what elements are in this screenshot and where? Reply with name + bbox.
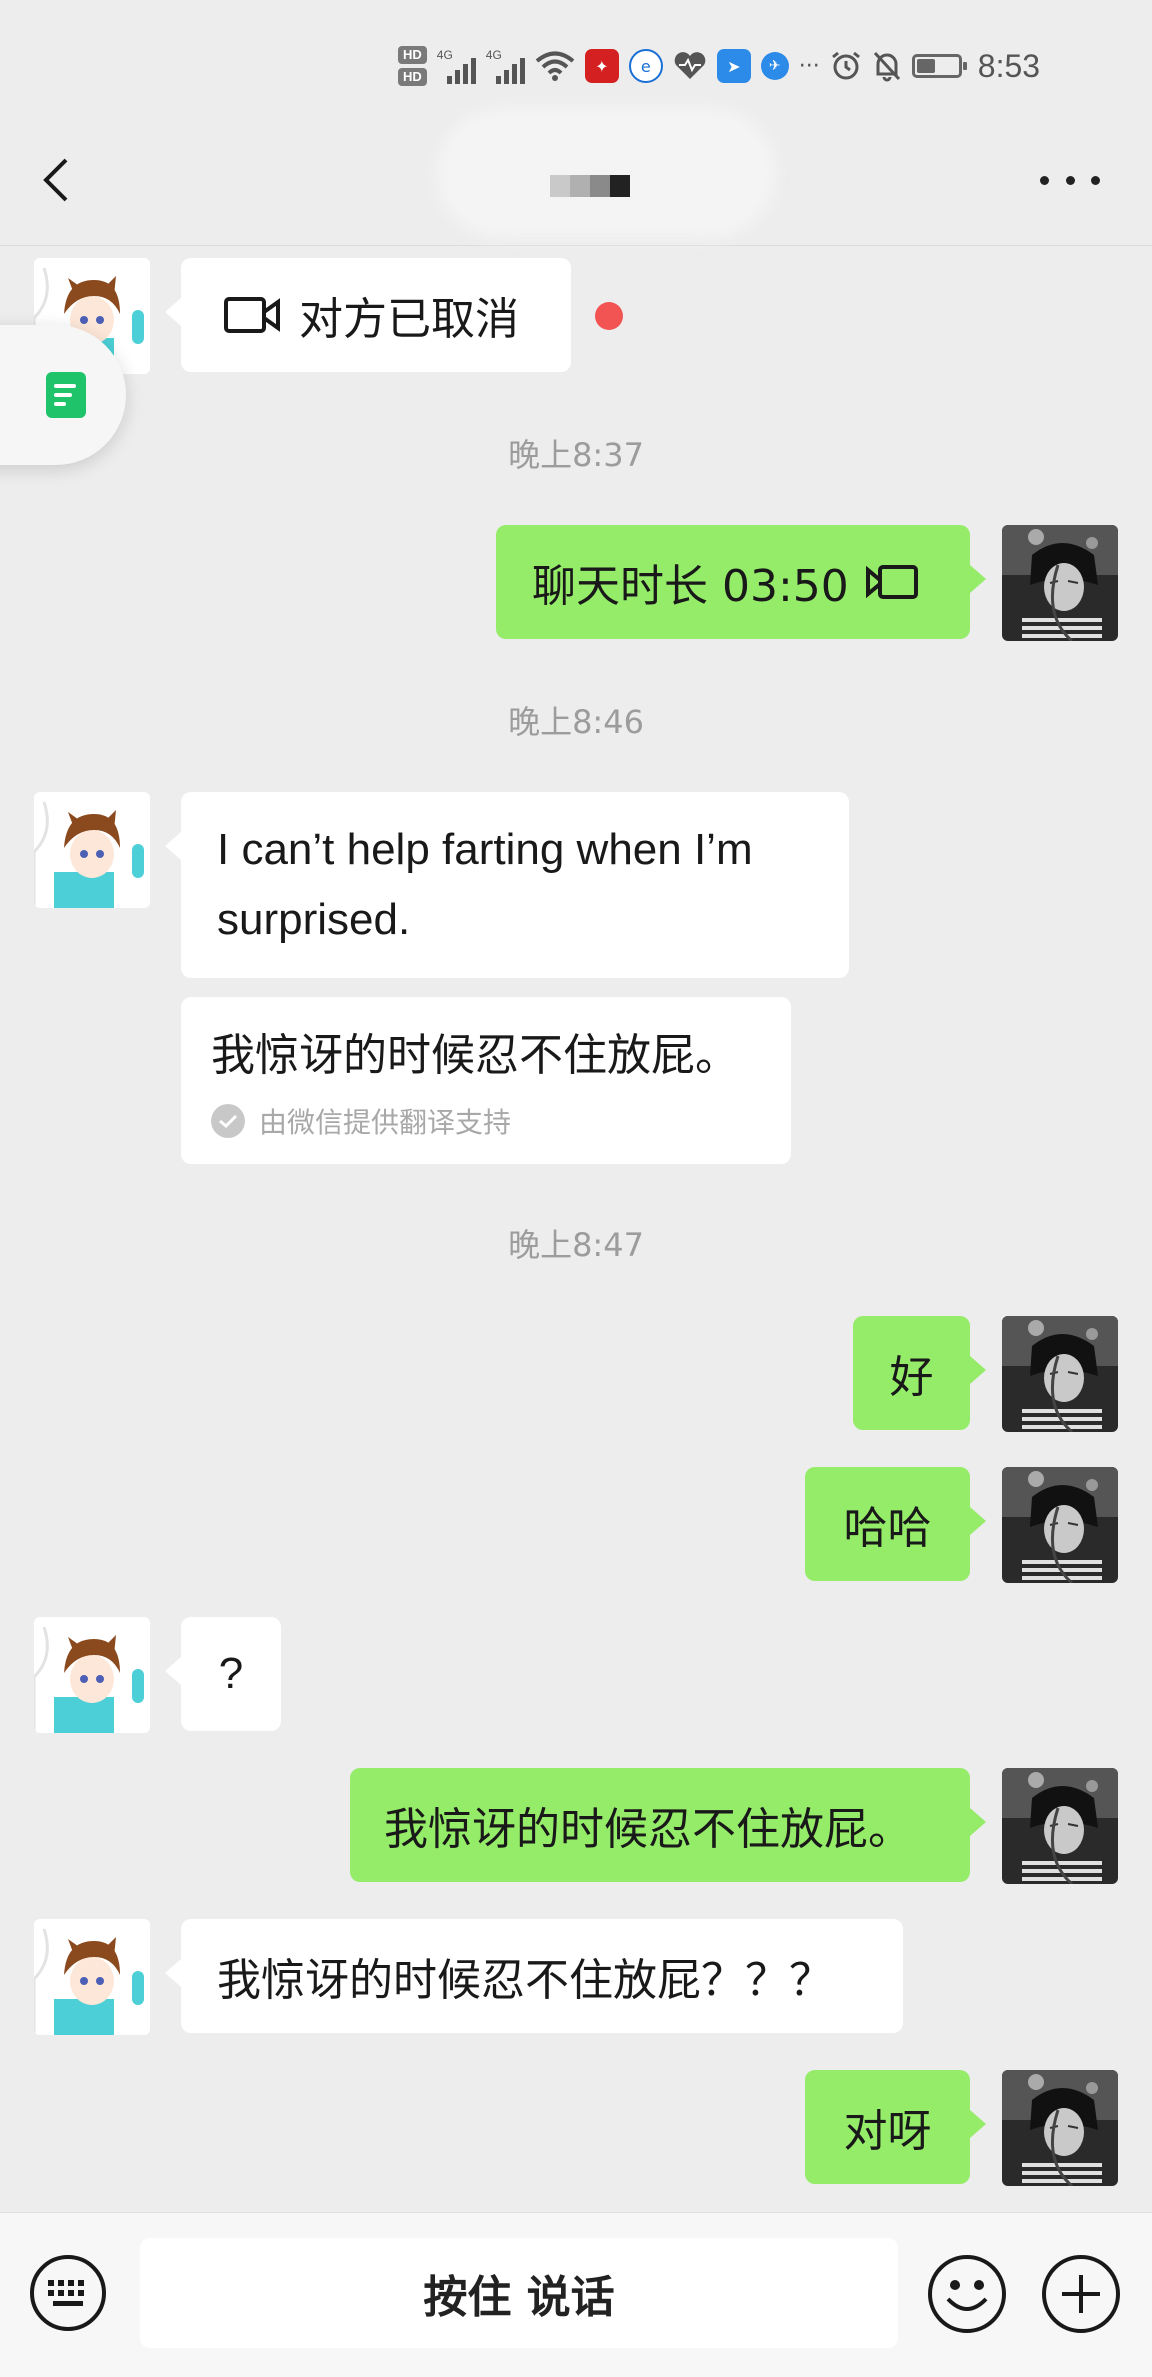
video-call-icon xyxy=(865,565,918,599)
app-notification-icon: ✦ xyxy=(584,49,619,83)
contact-avatar[interactable] xyxy=(34,792,150,908)
message-text[interactable]: 对呀 xyxy=(805,2070,986,2184)
unread-dot xyxy=(595,302,623,330)
message-text-content: 好 xyxy=(889,1352,934,1403)
messenger-icon: ➤ xyxy=(716,49,751,83)
wifi-icon xyxy=(535,51,575,81)
message-text[interactable]: 哈哈 xyxy=(805,1467,986,1581)
call-status-text: 对方已取消 xyxy=(299,294,519,345)
more-dots-icon: ··· xyxy=(798,53,820,79)
my-avatar[interactable] xyxy=(1002,525,1118,641)
message-text-content: 我惊讶的时候忍不住放屁？？？ xyxy=(217,1955,833,2006)
message-call-duration[interactable]: 聊天时长 03:50 xyxy=(496,525,986,639)
message-text[interactable]: 好 xyxy=(853,1316,986,1430)
hd-badge-2: HD xyxy=(398,68,427,86)
my-avatar[interactable] xyxy=(1002,2070,1118,2186)
call-duration-text: 聊天时长 03:50 xyxy=(532,561,849,612)
message-text-content: I can’t help farting when I’m surprised. xyxy=(217,825,753,944)
document-icon xyxy=(46,372,86,418)
contact-avatar[interactable] xyxy=(34,1617,150,1733)
my-avatar[interactable] xyxy=(1002,1467,1118,1583)
hold-to-talk-button[interactable]: 按住 说话 xyxy=(140,2238,898,2348)
network-type-1: 4G xyxy=(436,48,453,62)
my-avatar[interactable] xyxy=(1002,1316,1118,1432)
message-text[interactable]: 我惊讶的时候忍不住放屁？？？ xyxy=(165,1919,903,2033)
message-text-content: 对呀 xyxy=(843,2106,932,2157)
more-icon[interactable] xyxy=(1040,160,1100,200)
message-text-content: 我惊讶的时候忍不住放屁。 xyxy=(384,1804,912,1855)
timestamp: 晚上8:37 xyxy=(508,436,644,474)
contact-avatar[interactable] xyxy=(34,1919,150,2035)
translation-text: 我惊讶的时候忍不住放屁。 xyxy=(211,1030,739,1081)
message-text[interactable]: ? xyxy=(165,1617,281,1731)
plus-icon[interactable] xyxy=(1040,2253,1122,2335)
check-icon xyxy=(211,1104,245,1138)
clock: 8:53 xyxy=(977,47,1041,84)
translation-card[interactable]: 我惊讶的时候忍不住放屁。 由微信提供翻译支持 xyxy=(181,997,791,1164)
chevron-left-icon[interactable] xyxy=(30,150,90,210)
emoji-icon[interactable] xyxy=(926,2253,1008,2335)
timestamp: 晚上8:46 xyxy=(508,703,644,741)
signal-icon: 4G xyxy=(486,48,525,84)
timestamp: 晚上8:47 xyxy=(508,1226,644,1264)
message-text[interactable]: I can’t help farting when I’m surprised. xyxy=(165,792,849,978)
browser-icon: e xyxy=(628,49,663,83)
my-avatar[interactable] xyxy=(1002,1768,1118,1884)
input-bar: 按住 说话 xyxy=(0,2212,1152,2377)
message-text-content: 哈哈 xyxy=(843,1503,932,1554)
keyboard-icon[interactable] xyxy=(28,2253,108,2333)
health-icon xyxy=(674,52,706,79)
hd-badge-1: HD xyxy=(398,46,427,64)
chat-title xyxy=(550,175,630,197)
hd-icon: HD HD xyxy=(398,46,427,86)
battery-icon xyxy=(911,54,967,78)
mute-icon xyxy=(873,51,900,82)
chat-title-blur xyxy=(436,108,776,238)
translation-note: 由微信提供翻译支持 xyxy=(259,1106,512,1139)
telegram-icon: ✈ xyxy=(760,52,789,80)
video-call-icon xyxy=(224,297,280,333)
alarm-icon xyxy=(831,51,860,80)
signal-icon: 4G xyxy=(437,48,476,84)
message-text-content: ? xyxy=(218,1649,244,1698)
message-call-cancelled[interactable]: 对方已取消 xyxy=(165,258,571,372)
network-type-2: 4G xyxy=(485,48,502,62)
message-text[interactable]: 我惊讶的时候忍不住放屁。 xyxy=(350,1768,986,1882)
